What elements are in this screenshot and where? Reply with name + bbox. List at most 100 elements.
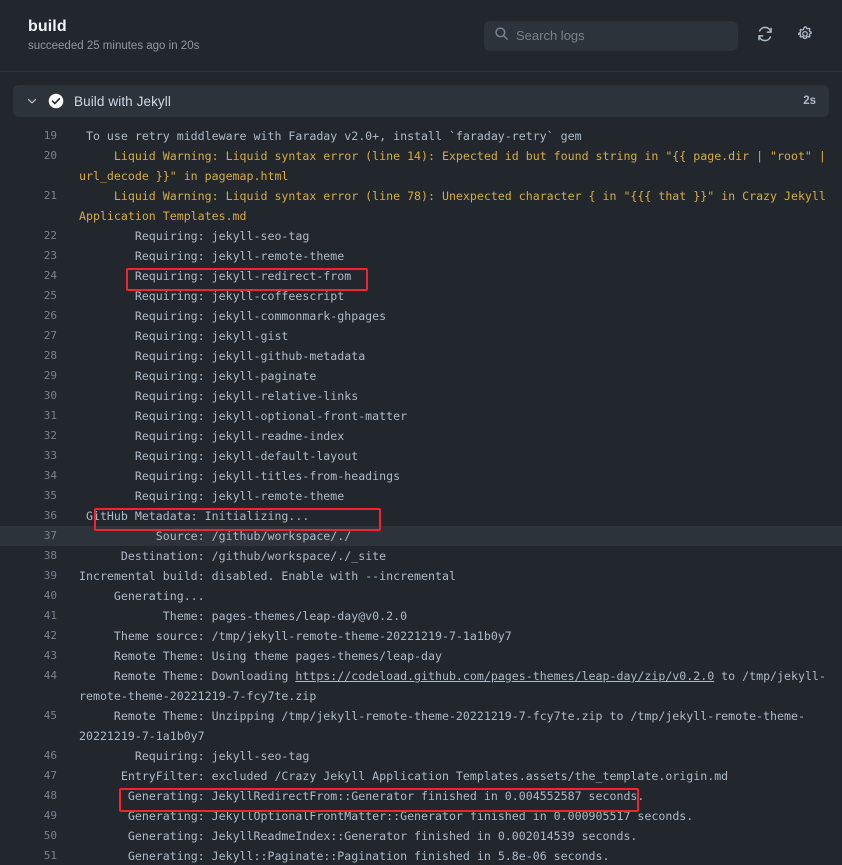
workflow-run-log-view: build succeeded 25 minutes ago in 20s Se… bbox=[0, 0, 842, 865]
step-header-build-with-jekyll[interactable]: Build with Jekyll 2s bbox=[13, 85, 829, 117]
log-line-number: 41 bbox=[43, 609, 57, 622]
log-line[interactable]: 38 Destination: /github/workspace/./_sit… bbox=[0, 546, 842, 566]
log-line[interactable]: 41 Theme: pages-themes/leap-day@v0.2.0 bbox=[0, 606, 842, 626]
log-line[interactable]: 19 To use retry middleware with Faraday … bbox=[0, 126, 842, 146]
log-line-number: 32 bbox=[43, 429, 57, 442]
log-line[interactable]: 30 Requiring: jekyll-relative-links bbox=[0, 386, 842, 406]
log-line-text: To use retry middleware with Faraday v2.… bbox=[79, 129, 582, 143]
log-line-text: Requiring: jekyll-seo-tag bbox=[79, 749, 310, 763]
log-line-text: Requiring: jekyll-remote-theme bbox=[79, 489, 345, 503]
log-line[interactable]: 49 Generating: JekyllOptionalFrontMatter… bbox=[0, 806, 842, 826]
log-line[interactable]: 40 Generating... bbox=[0, 586, 842, 606]
log-line-text: Requiring: jekyll-readme-index bbox=[79, 429, 345, 443]
log-line-text: Requiring: jekyll-seo-tag bbox=[79, 229, 310, 243]
log-line-number: 33 bbox=[43, 449, 57, 462]
log-line-text: Liquid Warning: Liquid syntax error (lin… bbox=[79, 149, 833, 183]
log-line[interactable]: 24 Requiring: jekyll-redirect-from bbox=[0, 266, 842, 286]
log-line-number: 26 bbox=[43, 309, 57, 322]
refresh-button[interactable] bbox=[752, 23, 778, 49]
log-line[interactable]: 20 Liquid Warning: Liquid syntax error (… bbox=[0, 146, 842, 186]
search-input[interactable] bbox=[516, 28, 728, 43]
log-line-number: 19 bbox=[43, 129, 57, 142]
log-line[interactable]: 36 GitHub Metadata: Initializing... bbox=[0, 506, 842, 526]
log-line-text: Source: /github/workspace/./ bbox=[79, 529, 352, 543]
log-line[interactable]: 35 Requiring: jekyll-remote-theme bbox=[0, 486, 842, 506]
log-line-number: 38 bbox=[43, 549, 57, 562]
log-line-number: 29 bbox=[43, 369, 57, 382]
run-header-actions bbox=[484, 20, 818, 51]
log-line-number: 30 bbox=[43, 389, 57, 402]
log-line[interactable]: 44 Remote Theme: Downloading https://cod… bbox=[0, 666, 842, 706]
log-line[interactable]: 32 Requiring: jekyll-readme-index bbox=[0, 426, 842, 446]
run-header-title-block: build succeeded 25 minutes ago in 20s bbox=[28, 17, 199, 55]
search-icon bbox=[494, 26, 509, 46]
log-line[interactable]: 27 Requiring: jekyll-gist bbox=[0, 326, 842, 346]
log-line[interactable]: 47 EntryFilter: excluded /Crazy Jekyll A… bbox=[0, 766, 842, 786]
log-line-number: 34 bbox=[43, 469, 57, 482]
run-status-subtitle: succeeded 25 minutes ago in 20s bbox=[28, 39, 200, 52]
log-line[interactable]: 23 Requiring: jekyll-remote-theme bbox=[0, 246, 842, 266]
log-line-number: 31 bbox=[43, 409, 57, 422]
log-line-number: 28 bbox=[43, 349, 57, 362]
log-line[interactable]: 48 Generating: JekyllRedirectFrom::Gener… bbox=[0, 786, 842, 806]
log-line-text: Requiring: jekyll-paginate bbox=[79, 369, 317, 383]
log-line-text: Generating: JekyllRedirectFrom::Generato… bbox=[79, 789, 645, 803]
log-line[interactable]: 31 Requiring: jekyll-optional-front-matt… bbox=[0, 406, 842, 426]
log-line-number: 49 bbox=[43, 809, 57, 822]
success-check-icon bbox=[48, 93, 64, 109]
log-line[interactable]: 39 Incremental build: disabled. Enable wi… bbox=[0, 566, 842, 586]
log-line-text: Generating: Jekyll::Paginate::Pagination… bbox=[79, 849, 610, 863]
log-line[interactable]: 21 Liquid Warning: Liquid syntax error (… bbox=[0, 186, 842, 226]
refresh-icon bbox=[756, 25, 774, 46]
log-line-number: 45 bbox=[43, 709, 57, 722]
log-line-text: Generating... bbox=[79, 589, 205, 603]
log-line-text: GitHub Metadata: Initializing... bbox=[79, 509, 310, 523]
log-line[interactable]: 22 Requiring: jekyll-seo-tag bbox=[0, 226, 842, 246]
log-line[interactable]: 34 Requiring: jekyll-titles-from-heading… bbox=[0, 466, 842, 486]
log-line-link[interactable]: https://codeload.github.com/pages-themes… bbox=[295, 669, 714, 683]
log-line-text: Requiring: jekyll-commonmark-ghpages bbox=[79, 309, 387, 323]
log-line-text: Generating: JekyllOptionalFrontMatter::G… bbox=[79, 809, 694, 823]
settings-button[interactable] bbox=[792, 23, 818, 49]
page-title: build bbox=[28, 17, 67, 35]
log-line[interactable]: 37 Source: /github/workspace/./ bbox=[0, 526, 842, 546]
log-line-text: Generating: JekyllReadmeIndex::Generator… bbox=[79, 829, 638, 843]
log-line-text: Requiring: jekyll-titles-from-headings bbox=[79, 469, 401, 483]
log-line-text: Requiring: jekyll-redirect-from bbox=[79, 269, 352, 283]
log-line[interactable]: 26 Requiring: jekyll-commonmark-ghpages bbox=[0, 306, 842, 326]
log-line[interactable]: 29 Requiring: jekyll-paginate bbox=[0, 366, 842, 386]
log-line-number: 39 bbox=[43, 569, 57, 582]
log-line-number: 46 bbox=[43, 749, 57, 762]
log-line-text: Requiring: jekyll-optional-front-matter bbox=[79, 409, 408, 423]
log-line-text: Liquid Warning: Liquid syntax error (lin… bbox=[79, 189, 833, 223]
log-line-number: 20 bbox=[43, 149, 57, 162]
log-line-text: Incremental build: disabled. Enable with… bbox=[79, 569, 456, 583]
log-line-number: 37 bbox=[43, 529, 57, 542]
step-title: Build with Jekyll bbox=[74, 93, 171, 109]
log-line[interactable]: 28 Requiring: jekyll-github-metadata bbox=[0, 346, 842, 366]
log-line-text: Requiring: jekyll-github-metadata bbox=[79, 349, 366, 363]
log-line[interactable]: 33 Requiring: jekyll-default-layout bbox=[0, 446, 842, 466]
log-line-number: 22 bbox=[43, 229, 57, 242]
log-line-number: 24 bbox=[43, 269, 57, 282]
log-line-number: 27 bbox=[43, 329, 57, 342]
log-line[interactable]: 46 Requiring: jekyll-seo-tag bbox=[0, 746, 842, 766]
log-line-number: 43 bbox=[43, 649, 57, 662]
chevron-down-icon[interactable] bbox=[25, 94, 39, 108]
log-line-number: 42 bbox=[43, 629, 57, 642]
step-header-container: Build with Jekyll 2s bbox=[0, 72, 842, 117]
log-line-text: Requiring: jekyll-relative-links bbox=[79, 389, 359, 403]
log-line[interactable]: 45 Remote Theme: Unzipping /tmp/jekyll-r… bbox=[0, 706, 842, 746]
search-logs-box[interactable] bbox=[484, 20, 738, 51]
log-line[interactable]: 51 Generating: Jekyll::Paginate::Paginat… bbox=[0, 846, 842, 865]
log-line-number: 48 bbox=[43, 789, 57, 802]
log-line[interactable]: 42 Theme source: /tmp/jekyll-remote-them… bbox=[0, 626, 842, 646]
log-line-text: Destination: /github/workspace/./_site bbox=[79, 549, 387, 563]
log-line[interactable]: 25 Requiring: jekyll-coffeescript bbox=[0, 286, 842, 306]
log-scroll-region[interactable]: 19 To use retry middleware with Faraday … bbox=[0, 72, 842, 865]
log-line[interactable]: 43 Remote Theme: Using theme pages-theme… bbox=[0, 646, 842, 666]
log-line-number: 21 bbox=[43, 189, 57, 202]
log-line-list: 19 To use retry middleware with Faraday … bbox=[0, 126, 842, 865]
log-line[interactable]: 50 Generating: JekyllReadmeIndex::Genera… bbox=[0, 826, 842, 846]
run-header: build succeeded 25 minutes ago in 20s bbox=[0, 0, 842, 72]
